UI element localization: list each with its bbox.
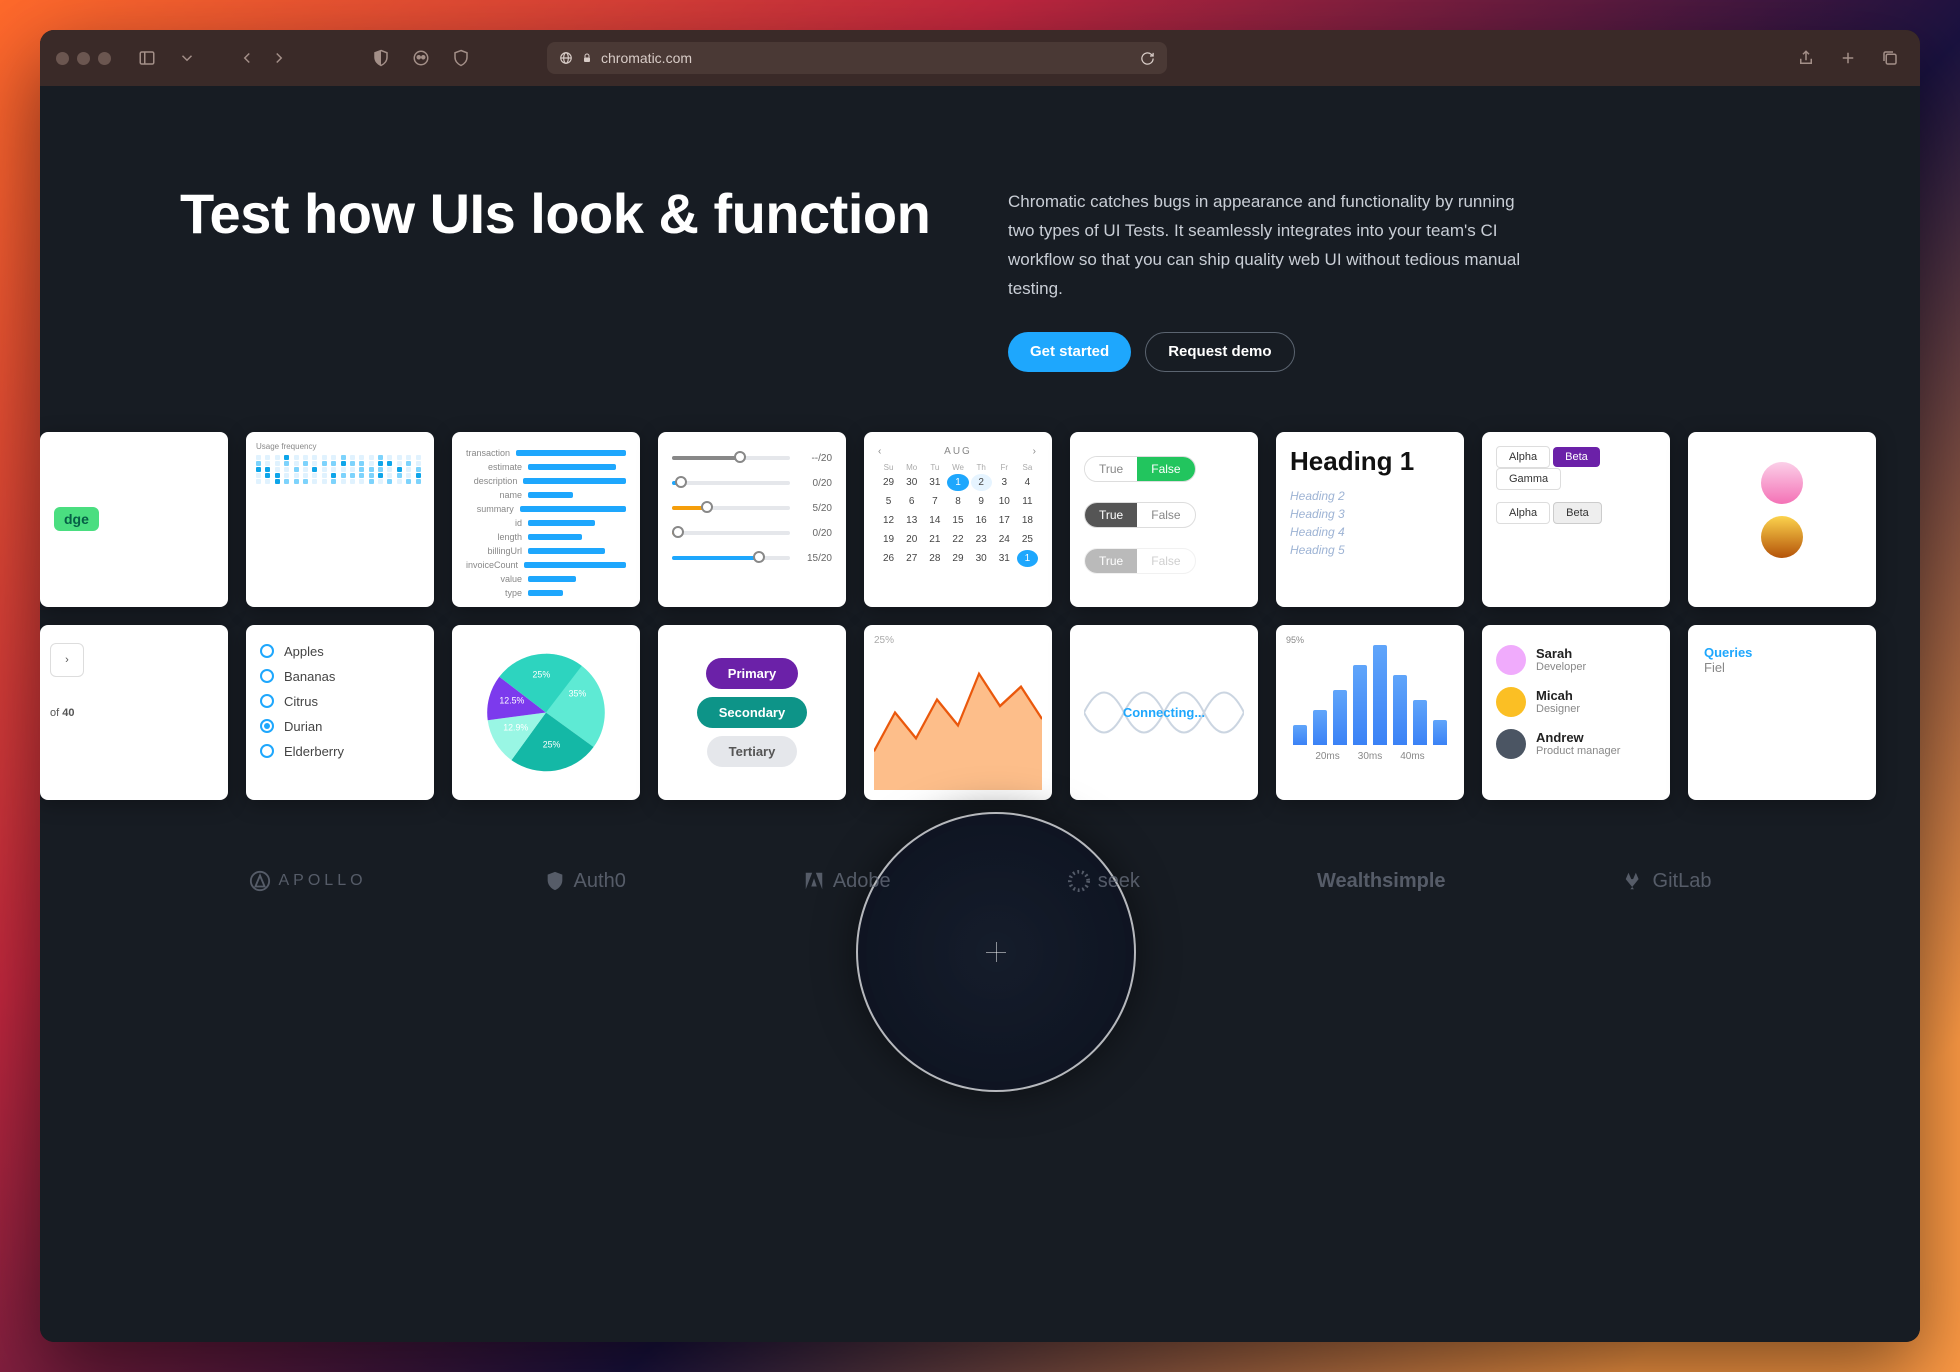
page-title: Test how UIs look & function — [180, 182, 948, 246]
card-pie-chart: 35% 25% 12.9% 12.5% 25% — [452, 625, 640, 800]
logo-wealthsimple: Wealthsimple — [1317, 870, 1446, 893]
hero-body: Chromatic catches bugs in appearance and… — [1008, 188, 1528, 304]
avatar — [1761, 462, 1803, 504]
card-people: SarahDeveloperMicahDesignerAndrewProduct… — [1482, 625, 1670, 800]
logo-adobe: Adobe — [803, 870, 891, 893]
list-item[interactable]: Durian — [260, 719, 420, 734]
secondary-button[interactable]: Secondary — [697, 697, 807, 728]
component-gallery: dge Usage frequency transactionestimated… — [40, 432, 1920, 800]
forward-button[interactable] — [265, 44, 293, 72]
plus-icon[interactable] — [1834, 44, 1862, 72]
card-connecting: Connecting... — [1070, 625, 1258, 800]
hero-section: Test how UIs look & function Chromatic c… — [40, 86, 1920, 432]
request-demo-button[interactable]: Request demo — [1145, 332, 1294, 372]
tab-fields[interactable]: Fiel — [1704, 660, 1846, 675]
card-tabs: Queries Fiel — [1688, 625, 1876, 800]
reload-icon[interactable] — [1140, 51, 1155, 66]
svg-text:35%: 35% — [569, 688, 587, 698]
lock-icon — [581, 52, 593, 64]
shield-half-icon[interactable] — [367, 44, 395, 72]
card-pager: › of 40 — [40, 625, 228, 800]
badge: dge — [54, 507, 99, 531]
cal-prev-icon[interactable]: ‹ — [878, 446, 883, 457]
card-badge: dge — [40, 432, 228, 607]
cal-month: AUG — [944, 446, 972, 457]
primary-button[interactable]: Primary — [706, 658, 798, 689]
globe-icon — [559, 51, 573, 65]
url-text: chromatic.com — [601, 50, 692, 66]
privacy-icon[interactable] — [407, 44, 435, 72]
logo-apollo: APOLLO — [249, 870, 367, 892]
svg-text:25%: 25% — [543, 739, 561, 749]
shield-outline-icon[interactable] — [447, 44, 475, 72]
chevron-down-icon[interactable] — [173, 44, 201, 72]
connecting-label: Connecting... — [1123, 705, 1205, 720]
card-toggles: TrueFalseTrueFalseTrueFalse — [1070, 432, 1258, 607]
logo-seek: seek — [1068, 870, 1140, 893]
sidebar-toggle-icon[interactable] — [133, 44, 161, 72]
tabs-icon[interactable] — [1876, 44, 1904, 72]
share-icon[interactable] — [1792, 44, 1820, 72]
list-item[interactable]: Apples — [260, 644, 420, 659]
max-dot[interactable] — [98, 52, 111, 65]
card-area-chart: 25% — [864, 625, 1052, 800]
logo-auth0: Auth0 — [544, 870, 626, 893]
browser-window: chromatic.com Test how UIs look & functi… — [40, 30, 1920, 1342]
heading-1: Heading 1 — [1290, 446, 1450, 477]
card-headings: Heading 1 Heading 2Heading 3Heading 4Hea… — [1276, 432, 1464, 607]
close-dot[interactable] — [56, 52, 69, 65]
cal-next-icon[interactable]: › — [1033, 446, 1038, 457]
card-sliders: --/200/205/200/2015/20 — [658, 432, 846, 607]
customer-logos: APOLLO Auth0 Adobe seek Wealthsimple Git… — [40, 800, 1920, 933]
back-button[interactable] — [233, 44, 261, 72]
card-radio-list: Apples Bananas Citrus Durian Elderberry — [246, 625, 434, 800]
card-heatmap: Usage frequency — [246, 432, 434, 607]
card-avatars — [1688, 432, 1876, 607]
list-item[interactable]: Elderberry — [260, 744, 420, 759]
page-content: Test how UIs look & function Chromatic c… — [40, 86, 1920, 1342]
card-bar-chart: transactionestimatedescriptionnamesummar… — [452, 432, 640, 607]
card-histogram: 95% 20ms30ms40ms — [1276, 625, 1464, 800]
tertiary-button[interactable]: Tertiary — [707, 736, 798, 767]
svg-text:12.5%: 12.5% — [499, 695, 524, 705]
svg-text:25%: 25% — [533, 669, 551, 679]
svg-text:12.9%: 12.9% — [503, 722, 528, 732]
card-pills: AlphaBetaGamma AlphaBeta — [1482, 432, 1670, 607]
min-dot[interactable] — [77, 52, 90, 65]
avatar — [1761, 516, 1803, 558]
address-bar[interactable]: chromatic.com — [547, 42, 1167, 74]
tab-queries[interactable]: Queries — [1704, 645, 1846, 660]
logo-gitlab: GitLab — [1623, 870, 1712, 893]
card-buttons: Primary Secondary Tertiary — [658, 625, 846, 800]
list-item[interactable]: Citrus — [260, 694, 420, 709]
get-started-button[interactable]: Get started — [1008, 332, 1131, 372]
pager-next-icon[interactable]: › — [50, 643, 84, 677]
browser-toolbar: chromatic.com — [40, 30, 1920, 86]
window-controls[interactable] — [56, 52, 111, 65]
card-calendar: ‹ AUG › SuMoTuWeThFrSa293031123456789101… — [864, 432, 1052, 607]
list-item[interactable]: Bananas — [260, 669, 420, 684]
